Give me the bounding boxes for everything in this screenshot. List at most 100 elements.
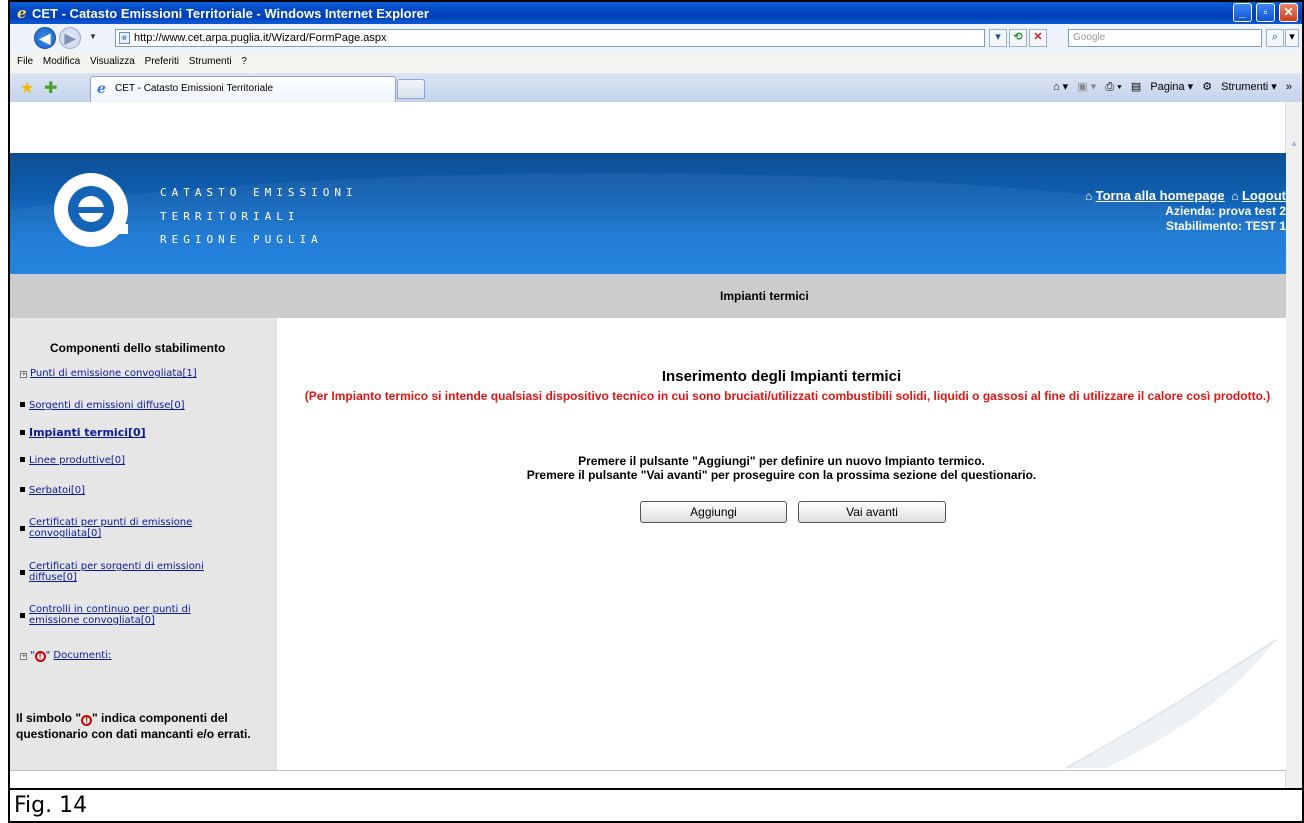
menu-visualizza[interactable]: Visualizza (90, 52, 135, 72)
tools-menu[interactable]: ⚙ Strumenti ▾ (1202, 81, 1277, 93)
stabilimento-label: Stabilimento: TEST 1 (1165, 219, 1286, 233)
page-heading: Inserimento degli Impianti termici (661, 368, 902, 385)
sidebar-link-sorgenti-diffuse[interactable]: Sorgenti di emissioni diffuse[0] (29, 400, 185, 411)
bullet-icon (20, 525, 25, 531)
sidebar-item-linee-produttive: Linee produttive[0] (20, 456, 125, 466)
sidebar: Componenti dello stabilimento + Punti di … (10, 318, 277, 770)
sidebar-item-certificati-sorgenti: Certificati per sorgenti di emissioni di… (20, 561, 260, 583)
print-icon[interactable]: ⎙ ▾ (1105, 81, 1121, 93)
sidebar-link-certificati-punti[interactable]: Certificati per punti di emissione convo… (29, 517, 239, 539)
sidebar-link-punti-emissione[interactable]: Punti di emissione convogliata[1] (30, 368, 197, 379)
sidebar-item-punti-emissione: + Punti di emissione convogliata[1] (20, 369, 197, 379)
bullet-icon (20, 569, 25, 575)
section-title: Impianti termici (720, 289, 809, 303)
page-menu[interactable]: ▤ Pagina ▾ (1131, 81, 1193, 93)
expand-icon[interactable]: + (20, 371, 27, 378)
ie-logo-icon: e (17, 4, 27, 22)
home-link-icon: ⌂ (1085, 189, 1093, 203)
sidebar-item-certificati-punti: Certificati per punti di emissione convo… (20, 517, 250, 539)
sidebar-legend: Il simbolo "! " indica componenti del que… (16, 710, 271, 742)
search-input[interactable]: Google (1068, 29, 1262, 47)
refresh-icon[interactable]: ⟲ (1009, 29, 1027, 47)
sidebar-link-controlli-continuo[interactable]: Controlli in continuo per punti di emiss… (29, 604, 229, 626)
bullet-icon (20, 402, 25, 407)
definition-text: (Per Impianto termico si intende qualsia… (304, 389, 1271, 403)
sidebar-title: Componenti dello stabilimento (50, 341, 226, 355)
page-menu-label: Pagina (1150, 81, 1185, 93)
favorites-star-icon[interactable]: ★ (20, 78, 34, 98)
tab-bar: ★ ✚ e CET - Catasto Emissioni Territoria… (10, 73, 1302, 103)
main-content: Inserimento degli Impianti termici (Per … (277, 318, 1286, 770)
search-icon[interactable]: ⌕ (1266, 29, 1284, 47)
warning-icon: ! (81, 715, 93, 726)
menu-help[interactable]: ? (241, 52, 247, 72)
minimize-button[interactable]: _ (1233, 3, 1252, 22)
sidebar-item-impianti-termici: Impianti termici[0] (20, 426, 146, 439)
tools-menu-label: Strumenti (1221, 81, 1269, 93)
close-button[interactable]: ✕ (1279, 3, 1298, 22)
sidebar-item-controlli-continuo: Controlli in continuo per punti di emiss… (20, 604, 260, 626)
title-bar: e CET - Catasto Emissioni Territoriale -… (10, 2, 1302, 24)
figure-caption: Fig. 14 (8, 790, 1304, 823)
address-bar: ◀ ▶ ▼ e http://www.cet.arpa.puglia.it/Wi… (10, 24, 1302, 53)
brand-line-2: TERRITORIALI (160, 210, 300, 223)
command-bar: ⌂ ▾ ▣ ▾ ⎙ ▾ ▤ Pagina ▾ ⚙ Strumenti ▾ » (1047, 80, 1292, 94)
home-icon[interactable]: ⌂ ▾ (1053, 81, 1068, 93)
search-placeholder: Google (1073, 32, 1106, 43)
web-page: ▲ CATASTO EMISSIONI TERRITORIALI REGIONE… (10, 102, 1302, 788)
sidebar-link-impianti-termici[interactable]: Impianti termici[0] (29, 426, 146, 439)
section-title-bar: Impianti termici (10, 274, 1286, 318)
stop-icon[interactable]: ✕ (1029, 29, 1047, 47)
history-dropdown-icon[interactable]: ▼ (89, 32, 97, 41)
next-button[interactable]: Vai avanti (798, 501, 946, 523)
menu-strumenti[interactable]: Strumenti (189, 52, 232, 72)
sidebar-item-documenti: + "! " Documenti: (20, 650, 112, 662)
new-tab-button[interactable] (397, 79, 425, 99)
header-user-info: ⌂ Torna alla homepage ⌂ Logout Azienda: … (1085, 188, 1286, 234)
page-bottom-divider (10, 770, 1286, 771)
ie-tab-icon: e (97, 81, 106, 97)
url-dropdown-button[interactable]: ▾ (989, 29, 1007, 47)
tab-label: CET - Catasto Emissioni Territoriale (115, 83, 274, 94)
instructions: Premere il pulsante "Aggiungi" per defin… (277, 454, 1286, 482)
logout-link-icon: ⌂ (1228, 189, 1239, 203)
vertical-scrollbar[interactable]: ▲ (1285, 102, 1302, 788)
add-button[interactable]: Aggiungi (640, 501, 787, 523)
back-button[interactable]: ◀ (34, 27, 56, 49)
instruction-next: Premere il pulsante "Vai avanti" per pro… (526, 468, 1037, 482)
bullet-icon (20, 457, 25, 462)
sidebar-item-sorgenti-diffuse: Sorgenti di emissioni diffuse[0] (20, 401, 185, 411)
add-favorite-icon[interactable]: ✚ (44, 78, 57, 98)
page-icon: e (119, 32, 130, 44)
tab-cet[interactable]: e CET - Catasto Emissioni Territoriale (90, 76, 396, 102)
feeds-icon[interactable]: ▣ ▾ (1077, 81, 1096, 93)
scroll-up-arrow-icon[interactable]: ▲ (1287, 138, 1301, 152)
brand-line-3: REGIONE PUGLIA (160, 233, 323, 246)
azienda-label: Azienda: prova test 2 (1165, 204, 1286, 218)
cet-logo (54, 173, 128, 247)
sidebar-link-documenti[interactable]: Documenti: (53, 650, 111, 661)
browser-window: e CET - Catasto Emissioni Territoriale -… (8, 0, 1304, 790)
search-options-icon[interactable]: ▾ (1285, 29, 1299, 47)
menu-modifica[interactable]: Modifica (43, 52, 80, 72)
bullet-icon (20, 612, 25, 618)
url-field[interactable]: e http://www.cet.arpa.puglia.it/Wizard/F… (115, 29, 985, 47)
instruction-add: Premere il pulsante "Aggiungi" per defin… (578, 454, 985, 468)
feather-watermark (1065, 639, 1277, 769)
maximize-button[interactable]: ▫ (1256, 3, 1275, 22)
menu-preferiti[interactable]: Preferiti (145, 52, 179, 72)
sidebar-link-linee-produttive[interactable]: Linee produttive[0] (29, 455, 125, 466)
warning-icon: ! (34, 651, 46, 662)
menu-file[interactable]: File (17, 52, 33, 72)
chevron-more-icon[interactable]: » (1286, 81, 1292, 93)
bullet-icon (20, 487, 25, 492)
brand-line-1: CATASTO EMISSIONI (160, 186, 358, 199)
expand-icon[interactable]: + (20, 653, 27, 660)
homepage-link[interactable]: Torna alla homepage (1096, 188, 1225, 203)
bullet-icon (20, 430, 25, 435)
legend-prefix: Il simbolo " (16, 711, 82, 725)
forward-button[interactable]: ▶ (59, 27, 81, 49)
sidebar-link-serbatoi[interactable]: Serbatoi[0] (29, 485, 85, 496)
logout-link[interactable]: Logout (1242, 188, 1286, 203)
sidebar-link-certificati-sorgenti[interactable]: Certificati per sorgenti di emissioni di… (29, 561, 239, 583)
